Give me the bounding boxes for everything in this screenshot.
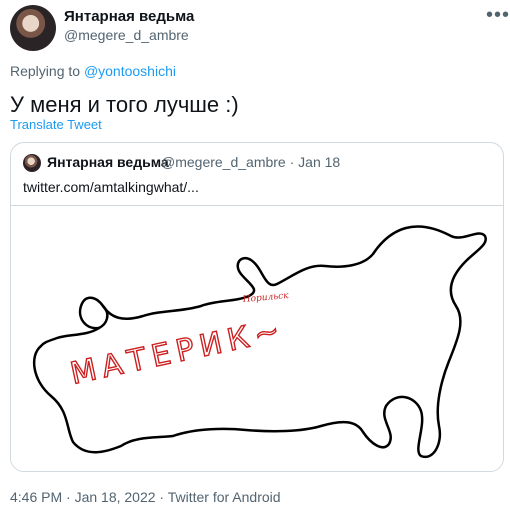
main-label-text: МАТЕРИК~ — [67, 312, 288, 392]
more-options-icon[interactable]: ••• — [486, 4, 510, 27]
drawing-svg: Норильск МАТЕРИК~ — [33, 225, 487, 459]
author-avatar[interactable] — [10, 5, 56, 51]
replying-prefix: Replying to — [10, 63, 81, 79]
outline-inner-curl — [97, 304, 109, 330]
author-name[interactable]: Янтарная ведьма — [64, 8, 194, 25]
tweet-timestamp[interactable]: 4:46 PM · Jan 18, 2022 · Twitter for And… — [10, 489, 281, 505]
quoted-tweet[interactable]: Янтарная ведьма @megere_d_ambre · Jan 18… — [10, 142, 504, 472]
tweet-text: У меня и того лучше :) — [10, 92, 239, 117]
translate-tweet-link[interactable]: Translate Tweet — [10, 117, 102, 132]
small-label-text: Норильск — [241, 291, 289, 305]
quote-avatar — [23, 154, 41, 172]
quote-image[interactable]: Норильск МАТЕРИК~ — [11, 205, 503, 471]
quote-link[interactable]: twitter.com/amtalkingwhat/... — [23, 179, 199, 195]
replying-to: Replying to @yontooshichi — [10, 63, 176, 79]
reply-mention-link[interactable]: @yontooshichi — [84, 63, 176, 79]
author-handle[interactable]: @megere_d_ambre — [64, 27, 189, 43]
quote-author-name: Янтарная ведьма — [47, 154, 169, 170]
quote-meta: @megere_d_ambre · Jan 18 — [161, 154, 341, 170]
